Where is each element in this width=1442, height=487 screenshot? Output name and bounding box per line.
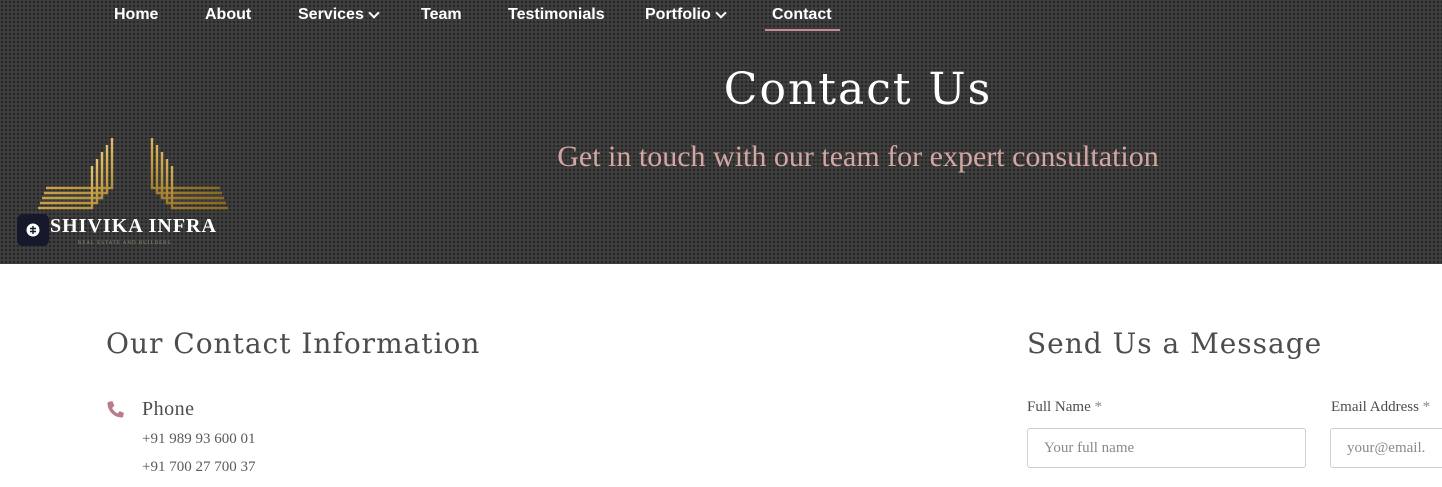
chat-widget-button[interactable]	[17, 214, 49, 246]
nav-services[interactable]: Services	[298, 6, 380, 24]
phone-number-1[interactable]: +91 989 93 600 01	[142, 431, 255, 448]
nav-services-label: Services	[298, 6, 364, 23]
phone-icon	[107, 401, 124, 418]
nav-about-label: About	[205, 6, 252, 23]
nav-home-label: Home	[114, 6, 159, 23]
nav-contact[interactable]: Contact	[765, 6, 840, 31]
required-mark: *	[1094, 399, 1103, 415]
required-mark: *	[1422, 399, 1431, 415]
message-form-title: Send Us a Message	[1027, 327, 1323, 360]
nav-testimonials[interactable]: Testimonials	[508, 6, 605, 24]
chevron-down-icon	[715, 7, 727, 19]
contact-info-title: Our Contact Information	[106, 327, 481, 360]
page-title: Contact Us	[723, 64, 993, 115]
page-subtitle: Get in touch with our team for expert co…	[557, 140, 1159, 173]
nav-portfolio-label: Portfolio	[645, 6, 711, 23]
nav-team-label: Team	[421, 6, 462, 23]
phone-number-2[interactable]: +91 700 27 700 37	[142, 459, 255, 476]
phone-label: Phone	[142, 398, 195, 420]
email-label: Email Address *	[1331, 399, 1430, 416]
brand-tagline: REAL ESTATE AND BUILDERS	[78, 241, 172, 246]
full-name-label: Full Name *	[1027, 399, 1102, 416]
chat-widget-icon	[26, 223, 40, 237]
chevron-down-icon	[368, 7, 380, 19]
nav-contact-label: Contact	[772, 6, 832, 23]
nav-portfolio[interactable]: Portfolio	[645, 6, 727, 24]
nav-testimonials-label: Testimonials	[508, 6, 605, 23]
full-name-input[interactable]	[1027, 428, 1306, 468]
email-input[interactable]	[1330, 428, 1442, 468]
main-nav: Home About Services Team Testimonials Po…	[0, 0, 1442, 34]
brand-name: SHIVIKA INFRA	[50, 215, 217, 237]
nav-home[interactable]: Home	[114, 6, 158, 24]
hero-banner: Home About Services Team Testimonials Po…	[0, 0, 1442, 264]
email-label-text: Email Address	[1331, 399, 1419, 415]
nav-team[interactable]: Team	[421, 6, 462, 24]
full-name-label-text: Full Name	[1027, 399, 1091, 415]
nav-about[interactable]: About	[205, 6, 251, 24]
